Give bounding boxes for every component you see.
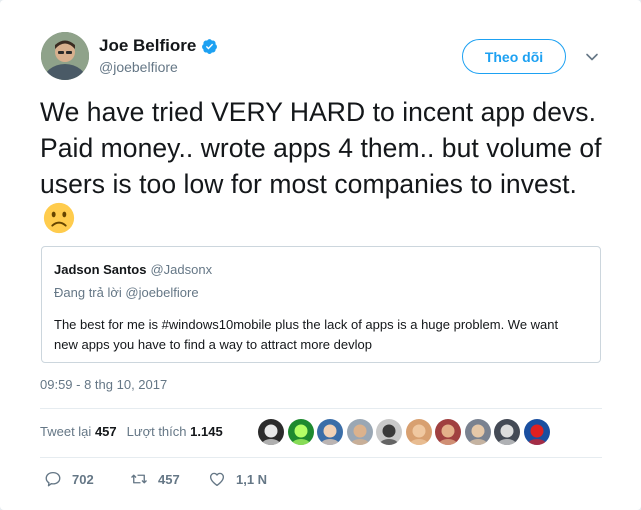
tweet-card: Joe Belfiore @joebelfiore Theo dõi We ha… xyxy=(0,0,641,510)
likes-label: Lượt thích xyxy=(126,424,187,439)
quoted-tweet-text: The best for me is #windows10mobile plus… xyxy=(54,317,559,352)
liker-avatar-5[interactable] xyxy=(376,419,402,445)
quoted-author: Jadson Santos @Jadsonx xyxy=(54,262,212,277)
quoted-tweet[interactable]: Jadson Santos @Jadsonx Đang trả lời @joeb… xyxy=(41,246,601,363)
heart-icon xyxy=(209,472,225,487)
author-name-text: Joe Belfiore xyxy=(99,36,197,55)
reply-icon xyxy=(45,471,61,487)
retweet-count: 457 xyxy=(158,471,180,487)
quoted-author-name: Jadson Santos xyxy=(54,262,147,277)
liker-avatar-2[interactable] xyxy=(287,419,314,445)
author-handle[interactable]: @joebelfiore xyxy=(99,59,178,75)
liker-avatar-3[interactable] xyxy=(317,419,343,445)
quoted-author-handle: @Jadsonx xyxy=(150,262,213,277)
author-name[interactable]: Joe Belfiore xyxy=(99,36,218,56)
tweet-stats: Tweet lại 457 Lượt thích 1.145 xyxy=(40,424,223,439)
retweets-stat[interactable]: Tweet lại 457 xyxy=(40,424,117,439)
liker-avatar-9[interactable] xyxy=(494,419,520,445)
tweet-body: We have tried VERY HARD to incent app de… xyxy=(40,97,602,199)
retweet-icon xyxy=(131,474,147,484)
author-avatar[interactable] xyxy=(41,32,89,80)
quoted-reply-context: Đang trả lời @joebelfiore xyxy=(54,285,199,300)
divider xyxy=(40,408,602,409)
follow-button[interactable]: Theo dõi xyxy=(462,39,566,74)
liker-avatar-1[interactable] xyxy=(258,419,284,445)
like-action[interactable]: 1,1 N xyxy=(208,470,267,488)
likes-stat-count: 1.145 xyxy=(190,424,223,439)
retweet-action[interactable]: 457 xyxy=(130,470,208,488)
chevron-down-icon[interactable] xyxy=(585,50,599,64)
liker-avatar-4[interactable] xyxy=(346,419,373,445)
liker-avatar-7[interactable] xyxy=(435,419,461,445)
liker-avatars xyxy=(258,419,550,445)
slightly-frowning-face-icon xyxy=(43,202,75,234)
tweet-actions: 702 457 1,1 N xyxy=(44,470,267,488)
reply-count: 702 xyxy=(72,471,94,487)
reply-action[interactable]: 702 xyxy=(44,470,130,488)
retweets-label: Tweet lại xyxy=(40,424,92,439)
divider xyxy=(40,457,602,458)
tweet-text: We have tried VERY HARD to incent app de… xyxy=(40,94,610,239)
retweets-stat-count: 457 xyxy=(94,424,117,439)
liker-avatar-6[interactable] xyxy=(405,419,432,445)
verified-badge-icon xyxy=(202,38,218,54)
liker-avatar-10[interactable] xyxy=(523,419,550,445)
tweet-timestamp[interactable]: 09:59 - 8 thg 10, 2017 xyxy=(40,377,167,392)
like-count: 1,1 N xyxy=(236,471,268,487)
liker-avatar-8[interactable] xyxy=(464,419,491,445)
likes-stat[interactable]: Lượt thích 1.145 xyxy=(127,424,223,439)
